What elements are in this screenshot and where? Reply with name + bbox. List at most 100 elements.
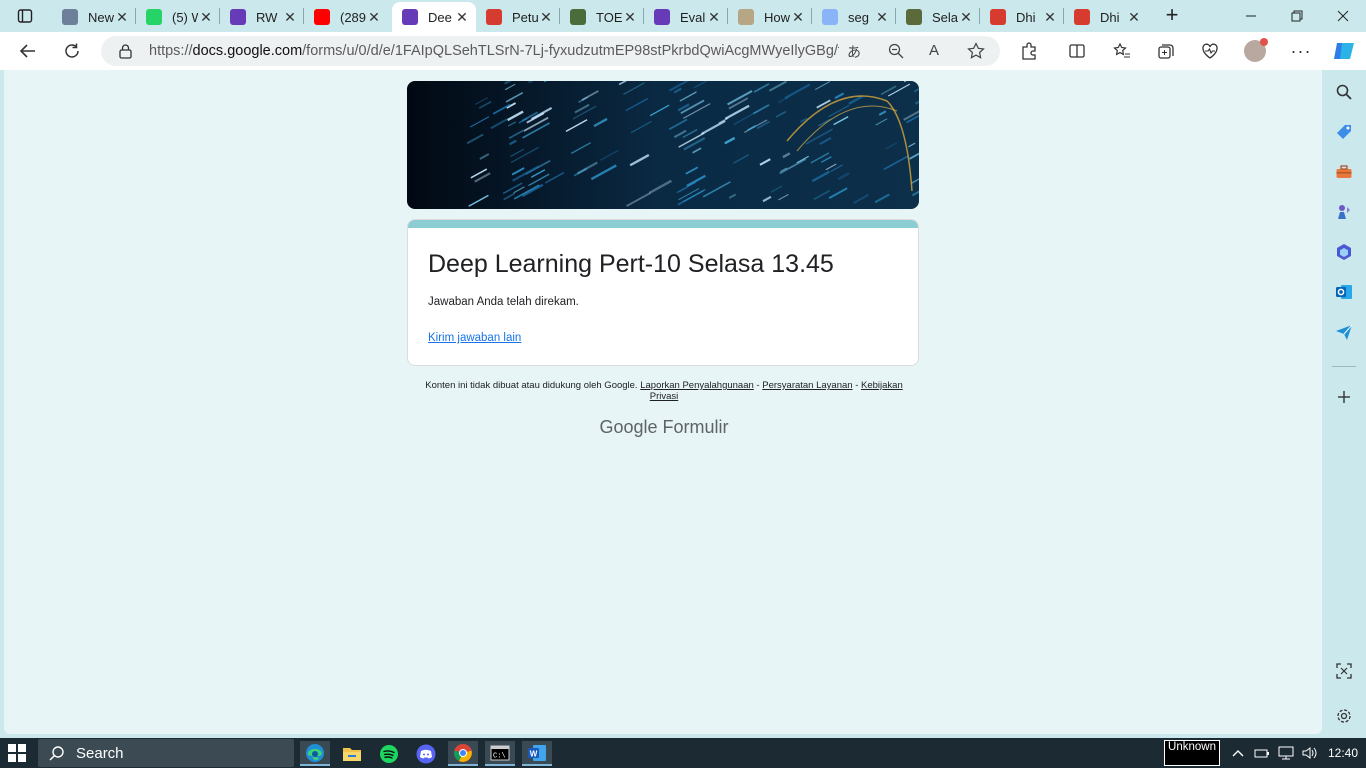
sidebar-tools-button[interactable] (1332, 160, 1356, 184)
submit-another-response-link[interactable]: Kirim jawaban lain (428, 332, 521, 344)
report-abuse-link[interactable]: Laporkan Penyalahgunaan (640, 380, 754, 391)
sidebar-screenshot-button[interactable] (1332, 659, 1356, 683)
browser-tab[interactable]: New ✕ (52, 2, 136, 32)
file-explorer-icon (343, 747, 361, 761)
taskbar-clock[interactable]: 12:40 (1328, 746, 1358, 760)
browser-tab[interactable]: Petu ✕ (476, 2, 560, 32)
favorite-star-icon[interactable] (967, 42, 985, 60)
collections-button[interactable] (1152, 37, 1180, 65)
taskbar-spotify[interactable] (374, 741, 404, 766)
response-recorded-message: Jawaban Anda telah direkam. (428, 296, 579, 308)
refresh-button[interactable] (58, 37, 86, 65)
tab-close-button[interactable]: ✕ (114, 9, 130, 26)
chrome-icon (454, 743, 472, 762)
forms-wordmark: Formulir (662, 417, 729, 437)
tab-close-button[interactable]: ✕ (1126, 9, 1142, 26)
tab-title: Dee (428, 9, 452, 25)
form-header-image (407, 81, 919, 209)
tab-close-button[interactable]: ✕ (282, 9, 298, 26)
zoom-icon[interactable] (888, 43, 904, 59)
edge-icon (306, 743, 324, 762)
browser-tab[interactable]: RW ✕ (220, 2, 304, 32)
read-aloud-icon[interactable]: A (929, 42, 939, 59)
close-window-button[interactable] (1320, 0, 1366, 32)
browser-tab[interactable]: seg ✕ (812, 2, 896, 32)
tab-close-button[interactable]: ✕ (706, 9, 722, 26)
minimize-button[interactable] (1228, 0, 1274, 32)
restore-button[interactable] (1274, 0, 1320, 32)
browser-tab[interactable]: (289 ✕ (304, 2, 388, 32)
sidebar-add-button[interactable] (1332, 385, 1356, 409)
taskbar-file-explorer[interactable] (337, 741, 367, 766)
speaker-icon (1302, 747, 1317, 759)
heart-pulse-icon (1202, 43, 1218, 59)
translate-icon[interactable]: あ (847, 42, 861, 62)
browser-tab[interactable]: Eval ✕ (644, 2, 728, 32)
extensions-button[interactable] (1015, 37, 1043, 65)
profile-button[interactable] (1241, 37, 1269, 65)
spotify-icon (380, 744, 398, 763)
tab-title: (289 (340, 9, 366, 25)
tab-close-button[interactable]: ✕ (874, 9, 890, 26)
unknown-status-box[interactable]: Unknown (1164, 740, 1220, 766)
taskbar-word[interactable]: W (522, 741, 552, 766)
browser-tab[interactable]: Sela ✕ (896, 2, 980, 32)
new-tab-button[interactable]: + (1160, 4, 1184, 28)
browser-tab[interactable]: Dhi ✕ (980, 2, 1064, 32)
tray-volume-button[interactable] (1302, 745, 1318, 761)
taskbar-edge[interactable] (300, 741, 330, 766)
tab-close-button[interactable]: ✕ (1042, 9, 1058, 26)
settings-menu-button[interactable]: ··· (1287, 37, 1315, 65)
copilot-button[interactable] (1330, 37, 1358, 65)
google-icon (822, 9, 838, 25)
address-bar[interactable]: https://docs.google.com/forms/u/0/d/e/1F… (101, 36, 1000, 66)
tab-close-button[interactable]: ✕ (454, 9, 470, 26)
collections-icon (1158, 44, 1174, 59)
favorites-button[interactable] (1108, 37, 1136, 65)
tab-actions-button[interactable] (8, 4, 42, 28)
battery-icon (1254, 749, 1269, 758)
taskbar-discord[interactable] (411, 741, 441, 766)
google-forms-icon (402, 9, 418, 25)
taskbar-terminal[interactable]: C:\ (485, 741, 515, 766)
url-host: docs.google.com (192, 43, 303, 59)
terms-of-service-link[interactable]: Persyaratan Layanan (762, 380, 852, 391)
browser-tab[interactable]: How ✕ (728, 2, 812, 32)
sidebar-games-button[interactable] (1332, 200, 1356, 224)
university-seal-icon (570, 9, 586, 25)
sidebar-shopping-button[interactable] (1332, 120, 1356, 144)
google-forms-icon (654, 9, 670, 25)
taskbar-chrome[interactable] (448, 741, 478, 766)
network-icon (1278, 746, 1294, 760)
tab-separator (895, 8, 896, 24)
browser-tab[interactable]: Dhi ✕ (1064, 2, 1148, 32)
browser-tab[interactable]: Dee ✕ (392, 2, 476, 32)
tray-network-button[interactable] (1278, 745, 1294, 761)
tab-close-button[interactable]: ✕ (198, 9, 214, 26)
hexagon-app-icon (1337, 244, 1351, 260)
taskbar-search-box[interactable]: Search (38, 739, 294, 767)
sidebar-send-button[interactable] (1332, 320, 1356, 344)
browser-tab[interactable]: TOE ✕ (560, 2, 644, 32)
tab-close-button[interactable]: ✕ (538, 9, 554, 26)
sidebar-settings-button[interactable] (1332, 704, 1356, 728)
google-forms-logo[interactable]: Google Formulir (564, 417, 764, 438)
tab-close-button[interactable]: ✕ (622, 9, 638, 26)
tab-close-button[interactable]: ✕ (366, 9, 382, 26)
browser-essentials-button[interactable] (1196, 37, 1224, 65)
split-screen-button[interactable] (1063, 37, 1091, 65)
sidebar-outlook-button[interactable] (1332, 280, 1356, 304)
toolbox-icon (1336, 165, 1352, 178)
tab-close-button[interactable]: ✕ (958, 9, 974, 26)
tab-title: (5) W (172, 9, 198, 25)
tray-overflow-button[interactable] (1230, 745, 1246, 761)
back-button[interactable] (14, 37, 42, 65)
sidebar-copilot-app-button[interactable] (1332, 240, 1356, 264)
browser-tab[interactable]: (5) W ✕ (136, 2, 220, 32)
tray-battery-button[interactable] (1254, 745, 1270, 761)
google-wordmark: Google (599, 417, 658, 437)
tab-close-button[interactable]: ✕ (790, 9, 806, 26)
start-button[interactable] (8, 744, 26, 762)
sidebar-search-button[interactable] (1332, 80, 1356, 104)
screen-capture-icon (1336, 663, 1352, 679)
